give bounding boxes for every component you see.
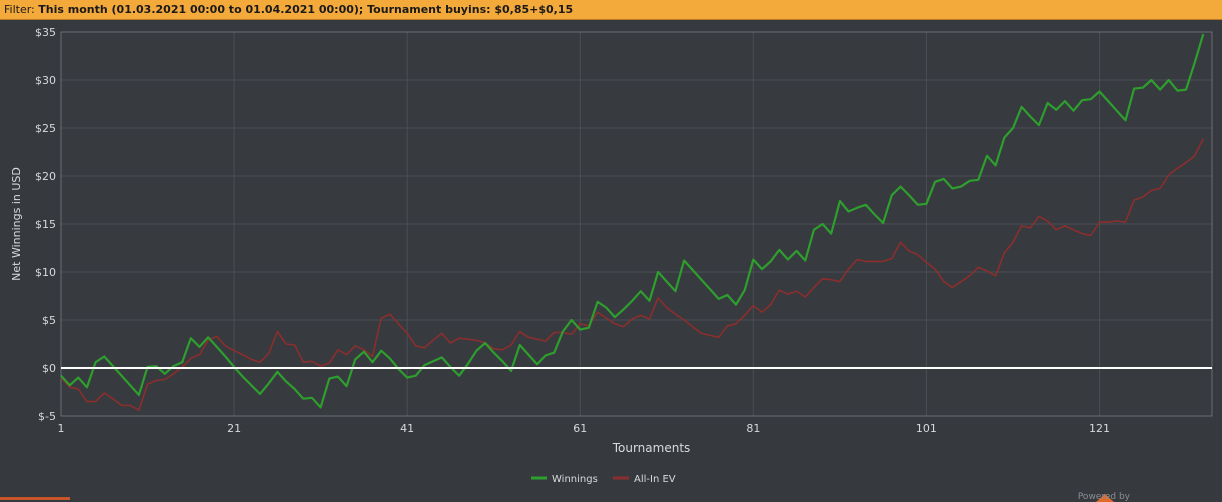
x-tick-label: 81 (746, 422, 760, 435)
filter-bar: Filter: This month (01.03.2021 00:00 to … (0, 0, 1222, 20)
x-tick-label: 21 (227, 422, 241, 435)
filter-value: This month (01.03.2021 00:00 to 01.04.20… (38, 3, 574, 16)
filter-text: Filter: This month (01.03.2021 00:00 to … (4, 3, 573, 16)
y-tick-label: $0 (42, 362, 56, 375)
y-tick-label: $15 (35, 218, 56, 231)
x-axis-title: Tournaments (612, 441, 691, 455)
y-tick-label: $-5 (38, 410, 56, 423)
y-tick-label: $25 (35, 122, 56, 135)
y-tick-label: $20 (35, 170, 56, 183)
x-tick-label: 121 (1089, 422, 1110, 435)
powered-by-label: Powered by (1077, 492, 1130, 502)
x-tick-label: 101 (916, 422, 937, 435)
legend-label: Winnings (552, 474, 598, 485)
y-tick-label: $10 (35, 266, 56, 279)
net-winnings-chart: $-5$0$5$10$15$20$25$30$351 21 41 61 81 101 121… (10, 26, 1213, 485)
y-tick-label: $5 (42, 314, 56, 327)
x-tick-label: 41 (400, 422, 414, 435)
legend-label: All-In EV (634, 474, 676, 485)
filter-label: Filter: (4, 3, 35, 16)
x-tick-label: 1 (58, 422, 65, 435)
x-tick-label: 61 (573, 422, 587, 435)
y-tick-label: $30 (35, 74, 56, 87)
y-tick-label: $35 (35, 26, 56, 39)
y-axis-title: Net Winnings in USD (10, 167, 23, 281)
